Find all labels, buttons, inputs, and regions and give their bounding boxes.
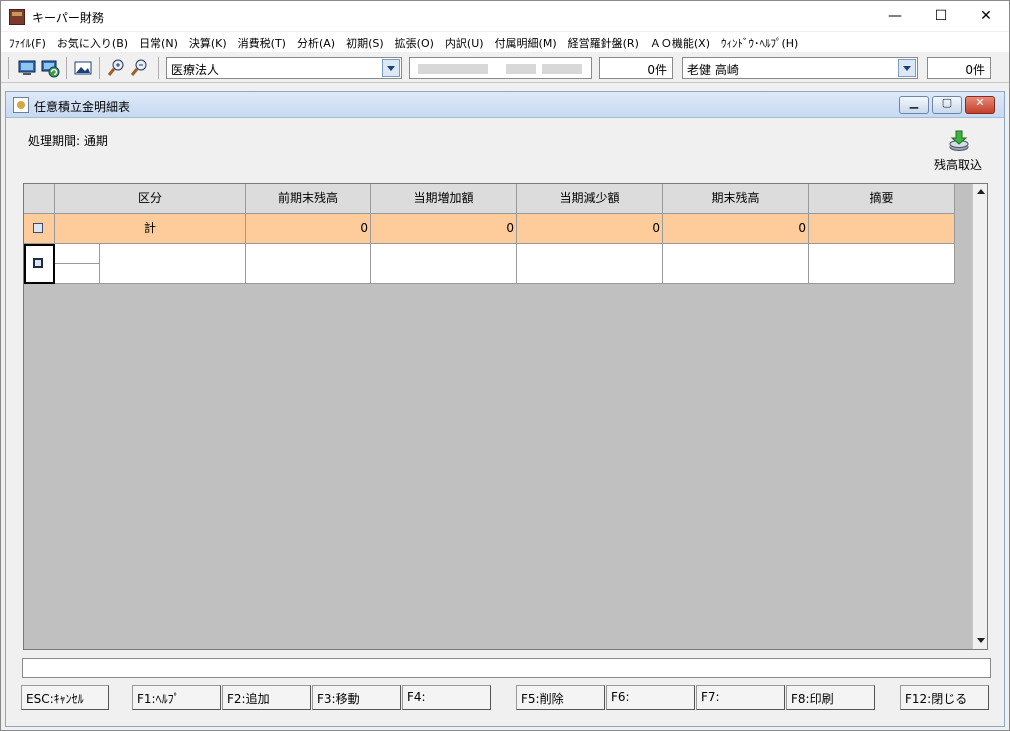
entry-summary-cell[interactable] bbox=[809, 244, 955, 284]
reserve-grid: 区分 前期末残高 当期増加額 当期減少額 期末残高 摘要 計 0 0 0 0 bbox=[23, 183, 988, 650]
esc-cancel-button[interactable]: ESC:ｷｬﾝｾﾙ bbox=[21, 685, 109, 710]
title-bar: キーパー財務 — ☐ ✕ bbox=[1, 1, 1009, 31]
child-title-bar: 任意積立金明細表 ▁ ▢ ✕ bbox=[6, 92, 1004, 118]
picture-icon[interactable] bbox=[73, 58, 93, 78]
scroll-up-arrow-icon[interactable] bbox=[973, 184, 988, 200]
user-select[interactable]: 老健 高崎 bbox=[682, 57, 918, 79]
f12-close-button[interactable]: F12:閉じる bbox=[900, 685, 989, 710]
count-field-1: 0件 bbox=[599, 57, 673, 79]
entry-prior-balance-cell[interactable] bbox=[246, 244, 371, 284]
column-header-prior-balance[interactable]: 前期末残高 bbox=[246, 184, 371, 214]
total-row-label: 計 bbox=[55, 214, 246, 244]
entry-ending-balance-cell[interactable] bbox=[663, 244, 809, 284]
toolbar: 医療法人 0件 老健 高崎 0件 bbox=[1, 53, 1009, 83]
menu-initial[interactable]: 初期(S) bbox=[342, 32, 391, 52]
column-header-ending-balance[interactable]: 期末残高 bbox=[663, 184, 809, 214]
menu-management-compass[interactable]: 経営羅針盤(R) bbox=[564, 32, 646, 52]
download-disk-icon bbox=[949, 130, 969, 151]
row-selector-icon bbox=[33, 258, 43, 268]
entry-decrease-cell[interactable] bbox=[517, 244, 663, 284]
total-increase: 0 bbox=[371, 214, 517, 244]
entry-increase-cell[interactable] bbox=[371, 244, 517, 284]
zoom-in-icon[interactable] bbox=[106, 58, 126, 78]
toolbar-separator bbox=[66, 57, 67, 79]
menu-analysis[interactable]: 分析(A) bbox=[293, 32, 342, 52]
app-title: キーパー財務 bbox=[32, 11, 104, 25]
company-name-field bbox=[409, 57, 592, 79]
monitor-icon[interactable] bbox=[17, 58, 37, 78]
f5-delete-button[interactable]: F5:削除 bbox=[516, 685, 605, 710]
menu-attached-details[interactable]: 付属明細(M) bbox=[491, 32, 564, 52]
maximize-button[interactable]: ☐ bbox=[918, 1, 964, 31]
child-title: 任意積立金明細表 bbox=[34, 100, 131, 114]
toolbar-separator bbox=[8, 57, 9, 79]
total-ending-balance: 0 bbox=[663, 214, 809, 244]
total-summary bbox=[809, 214, 955, 244]
entry-category-cell[interactable] bbox=[100, 244, 246, 284]
menu-favorites[interactable]: お気に入り(B) bbox=[53, 32, 135, 52]
row-header-corner bbox=[24, 184, 55, 214]
f1-help-button[interactable]: F1:ﾍﾙﾌﾟ bbox=[132, 685, 221, 710]
column-header-summary[interactable]: 摘要 bbox=[809, 184, 955, 214]
f7-button[interactable]: F7: bbox=[696, 685, 785, 710]
chevron-down-icon[interactable] bbox=[898, 59, 916, 77]
scroll-down-arrow-icon[interactable] bbox=[973, 633, 988, 649]
menu-extension[interactable]: 拡張(O) bbox=[391, 32, 441, 52]
vertical-scrollbar[interactable] bbox=[972, 184, 987, 649]
period-label: 処理期間: 通期 bbox=[28, 134, 108, 148]
f8-print-button[interactable]: F8:印刷 bbox=[786, 685, 875, 710]
import-balance-button[interactable]: 残高取込 bbox=[926, 128, 990, 174]
zoom-out-icon[interactable] bbox=[129, 58, 149, 78]
entry-code-cell-bottom[interactable] bbox=[55, 264, 100, 284]
document-icon bbox=[13, 97, 29, 113]
child-close-button[interactable]: ✕ bbox=[965, 96, 995, 114]
child-restore-button[interactable]: ▢ bbox=[932, 96, 962, 114]
count-field-2: 0件 bbox=[927, 57, 991, 79]
import-balance-label: 残高取込 bbox=[933, 158, 982, 172]
column-header-category[interactable]: 区分 bbox=[55, 184, 246, 214]
monitor-refresh-icon[interactable] bbox=[40, 58, 60, 78]
app-icon bbox=[9, 9, 25, 25]
menu-consumption-tax[interactable]: 消費税(T) bbox=[234, 32, 293, 52]
total-prior-balance: 0 bbox=[246, 214, 371, 244]
minimize-button[interactable]: — bbox=[872, 1, 918, 31]
total-decrease: 0 bbox=[517, 214, 663, 244]
toolbar-separator bbox=[158, 57, 159, 79]
f3-move-button[interactable]: F3:移動 bbox=[312, 685, 401, 710]
f6-button[interactable]: F6: bbox=[606, 685, 695, 710]
menu-closing[interactable]: 決算(K) bbox=[185, 32, 234, 52]
user-value: 老健 高崎 bbox=[687, 63, 739, 77]
column-header-increase[interactable]: 当期増加額 bbox=[371, 184, 517, 214]
message-line bbox=[22, 658, 991, 678]
toolbar-separator bbox=[99, 57, 100, 79]
entry-row-selector[interactable] bbox=[24, 244, 55, 284]
close-button[interactable]: ✕ bbox=[963, 1, 1009, 31]
corporation-type-select[interactable]: 医療法人 bbox=[166, 57, 402, 79]
menu-bar: ﾌｧｲﾙ(F) お気に入り(B) 日常(N) 決算(K) 消費税(T) 分析(A… bbox=[1, 32, 1009, 52]
menu-breakdown[interactable]: 内訳(U) bbox=[441, 32, 491, 52]
row-selector-icon bbox=[33, 223, 43, 233]
f4-button[interactable]: F4: bbox=[402, 685, 491, 710]
menu-daily[interactable]: 日常(N) bbox=[135, 32, 185, 52]
menu-file[interactable]: ﾌｧｲﾙ(F) bbox=[5, 32, 53, 52]
chevron-down-icon[interactable] bbox=[382, 59, 400, 77]
corporation-type-value: 医療法人 bbox=[171, 63, 220, 77]
menu-window-help[interactable]: ｳｨﾝﾄﾞｳ･ﾍﾙﾌﾟ(H) bbox=[717, 32, 805, 52]
column-header-decrease[interactable]: 当期減少額 bbox=[517, 184, 663, 214]
f2-add-button[interactable]: F2:追加 bbox=[222, 685, 311, 710]
child-window: 任意積立金明細表 ▁ ▢ ✕ 処理期間: 通期 残高取込 区分 前期末残高 当期… bbox=[5, 91, 1005, 727]
menu-ao-functions[interactable]: ＡＯ機能(X) bbox=[646, 32, 717, 52]
child-minimize-button[interactable]: ▁ bbox=[899, 96, 929, 114]
total-row-selector[interactable] bbox=[24, 214, 55, 244]
entry-code-cell-top[interactable] bbox=[55, 244, 100, 264]
app-window: キーパー財務 — ☐ ✕ ﾌｧｲﾙ(F) お気に入り(B) 日常(N) 決算(K… bbox=[0, 0, 1010, 731]
